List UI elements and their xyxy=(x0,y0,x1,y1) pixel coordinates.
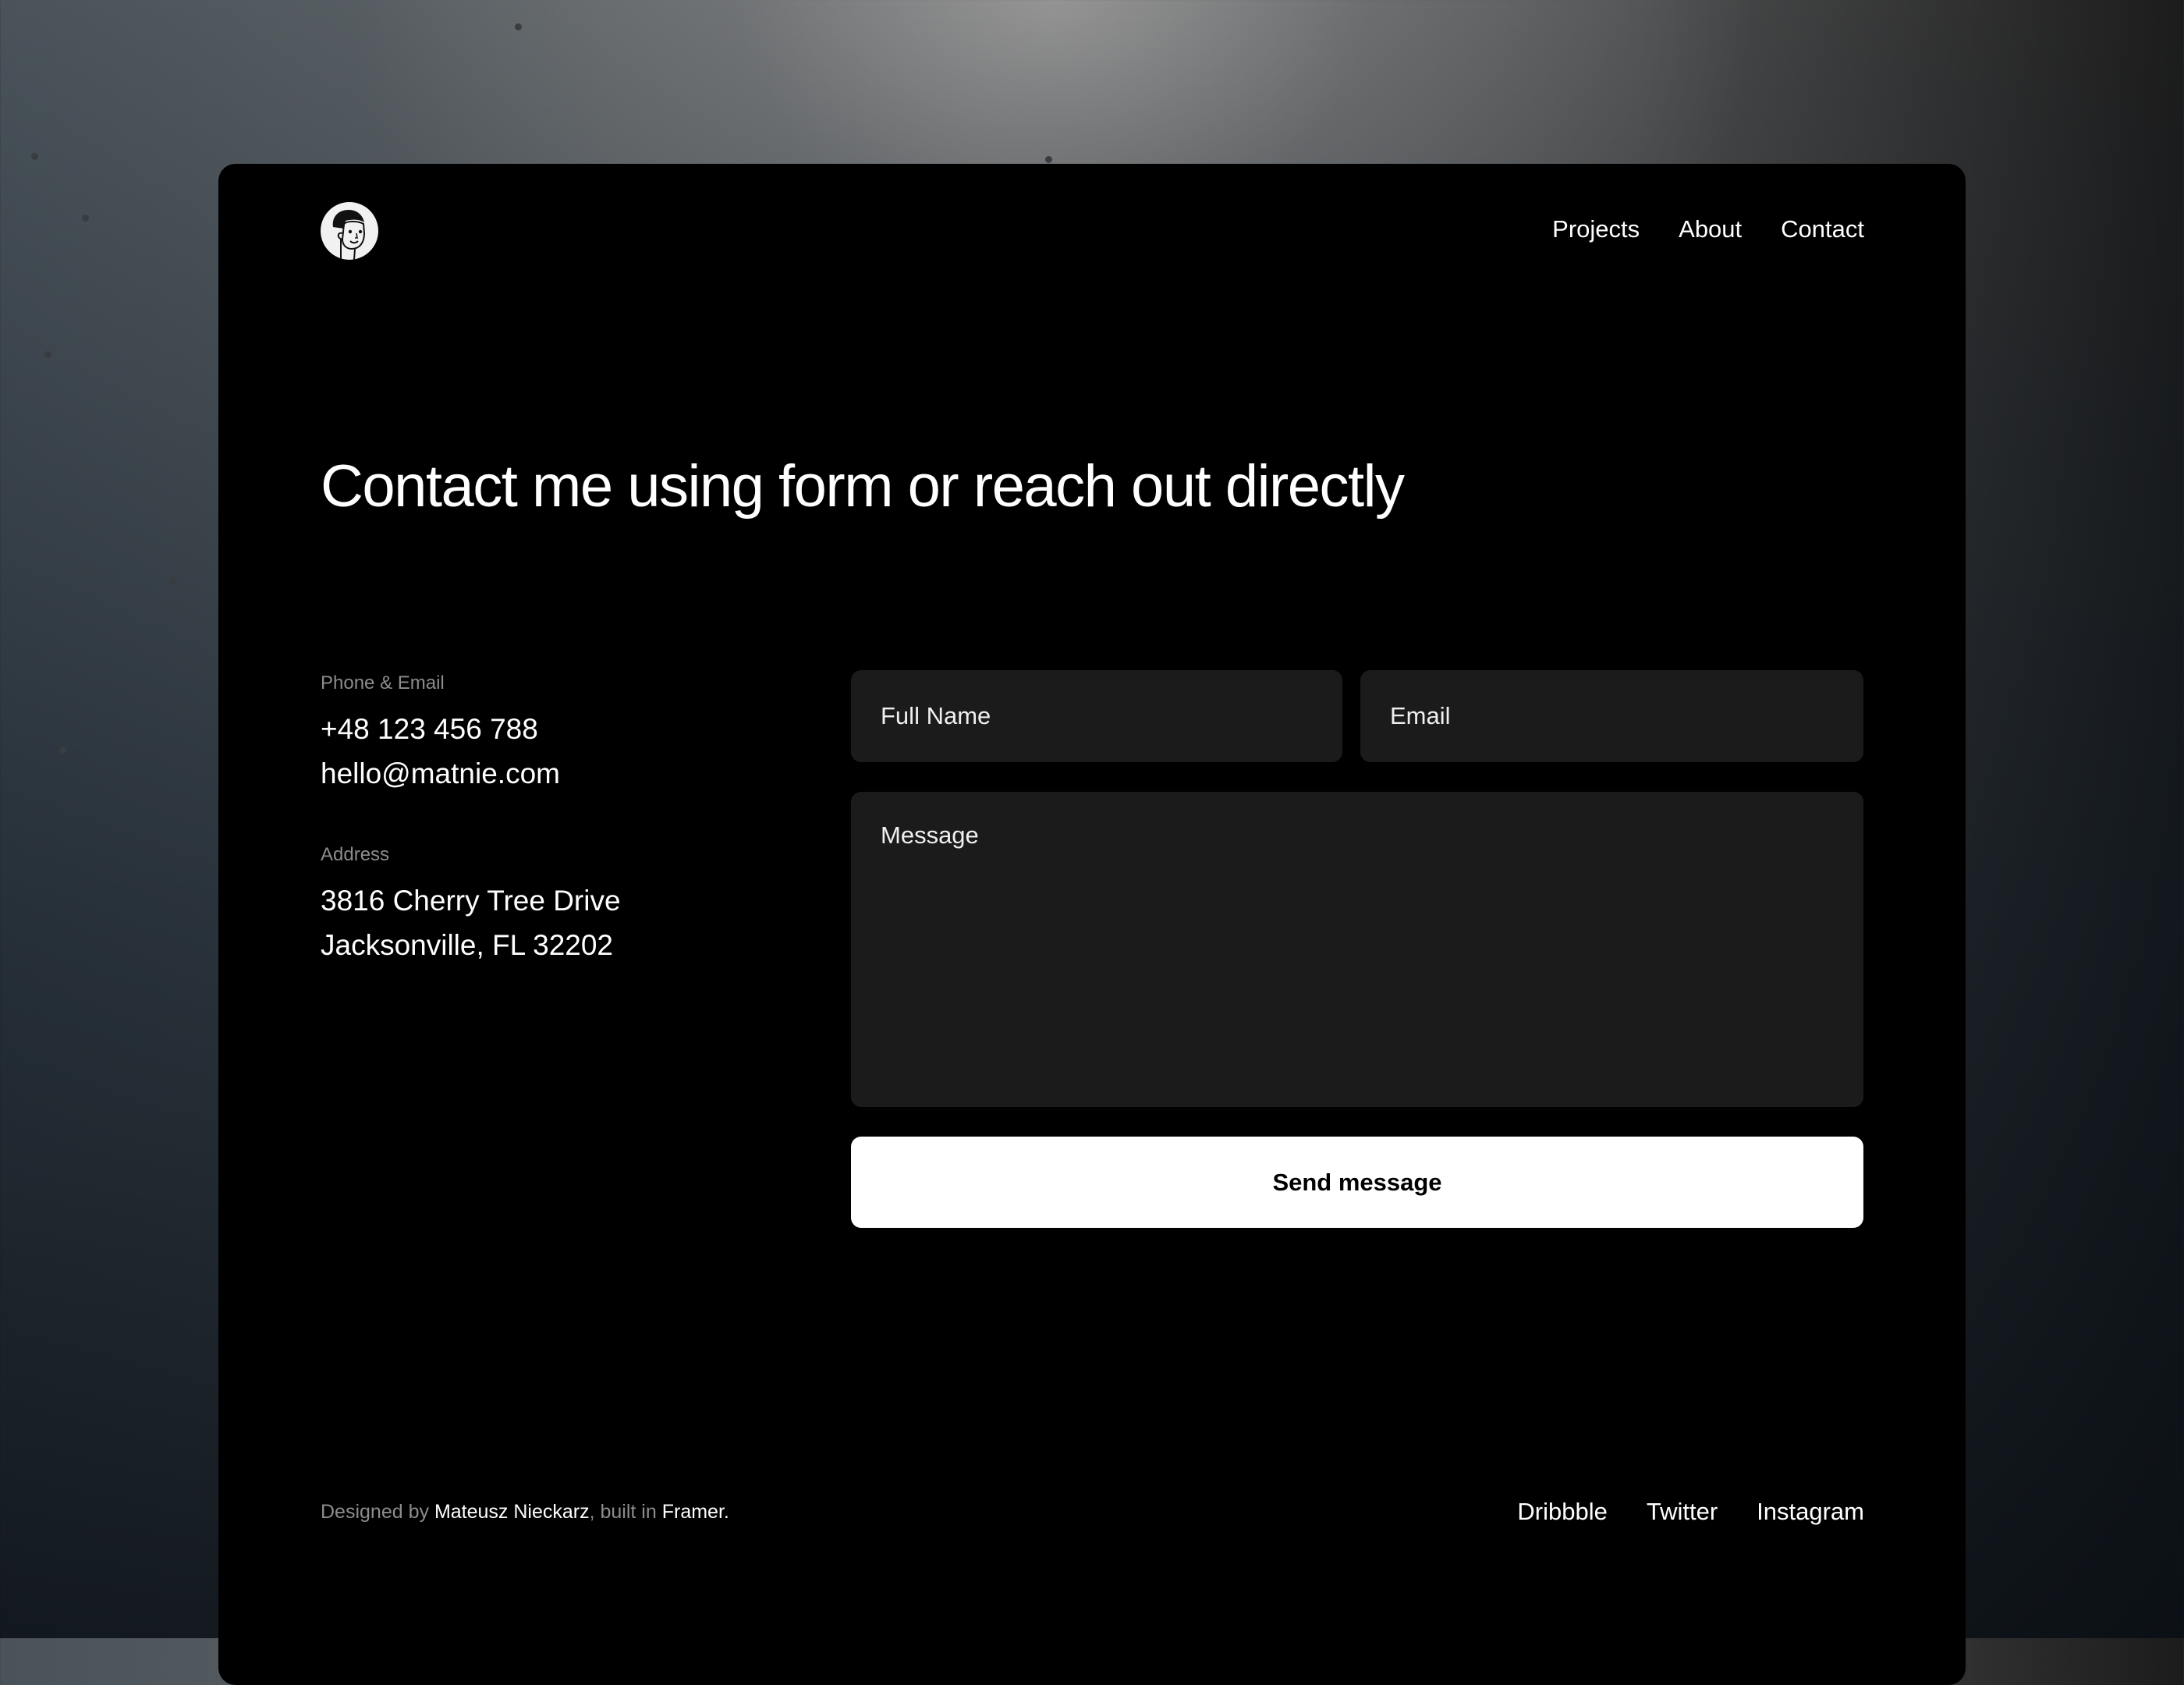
instagram-link[interactable]: Instagram xyxy=(1757,1498,1864,1526)
background-speck xyxy=(82,215,89,222)
address-label: Address xyxy=(321,844,390,865)
background-speck xyxy=(59,747,66,754)
social-links: Dribbble Twitter Instagram xyxy=(1517,1498,1864,1526)
framer-link[interactable]: Framer. xyxy=(662,1501,729,1523)
credit-prefix: Designed by xyxy=(321,1501,434,1523)
designer-link[interactable]: Mateusz Nieckarz xyxy=(434,1501,590,1523)
background-speck xyxy=(31,153,38,160)
page-card: Projects About Contact Contact me using … xyxy=(218,164,1966,1685)
footer-credit: Designed by Mateusz Nieckarz, built in F… xyxy=(321,1501,729,1524)
avatar-face-icon xyxy=(332,210,366,260)
full-name-input[interactable] xyxy=(851,670,1342,762)
background-speck xyxy=(515,23,522,30)
nav-about[interactable]: About xyxy=(1679,215,1742,243)
email-input[interactable] xyxy=(1360,670,1863,762)
main-nav: Projects About Contact xyxy=(1552,215,1864,243)
page-title: Contact me using form or reach out direc… xyxy=(321,453,1405,520)
email-address[interactable]: hello@matnie.com xyxy=(321,751,621,796)
address-line-2: Jacksonville, FL 32202 xyxy=(321,929,614,961)
send-message-button[interactable]: Send message xyxy=(851,1137,1863,1228)
background-speck xyxy=(44,351,51,358)
background-speck xyxy=(170,577,177,584)
dribbble-link[interactable]: Dribbble xyxy=(1517,1498,1607,1526)
address-line-1: 3816 Cherry Tree Drive xyxy=(321,885,621,917)
nav-projects[interactable]: Projects xyxy=(1552,215,1640,243)
twitter-link[interactable]: Twitter xyxy=(1647,1498,1718,1526)
credit-middle: , built in xyxy=(589,1501,662,1523)
phone-number[interactable]: +48 123 456 788 xyxy=(321,707,621,751)
message-textarea[interactable] xyxy=(851,792,1863,1107)
contact-info: Phone & Email +48 123 456 788 hello@matn… xyxy=(321,672,621,967)
nav-contact[interactable]: Contact xyxy=(1781,215,1864,243)
background-speck xyxy=(1045,156,1052,163)
phone-email-label: Phone & Email xyxy=(321,672,445,694)
avatar-logo[interactable] xyxy=(321,202,378,260)
